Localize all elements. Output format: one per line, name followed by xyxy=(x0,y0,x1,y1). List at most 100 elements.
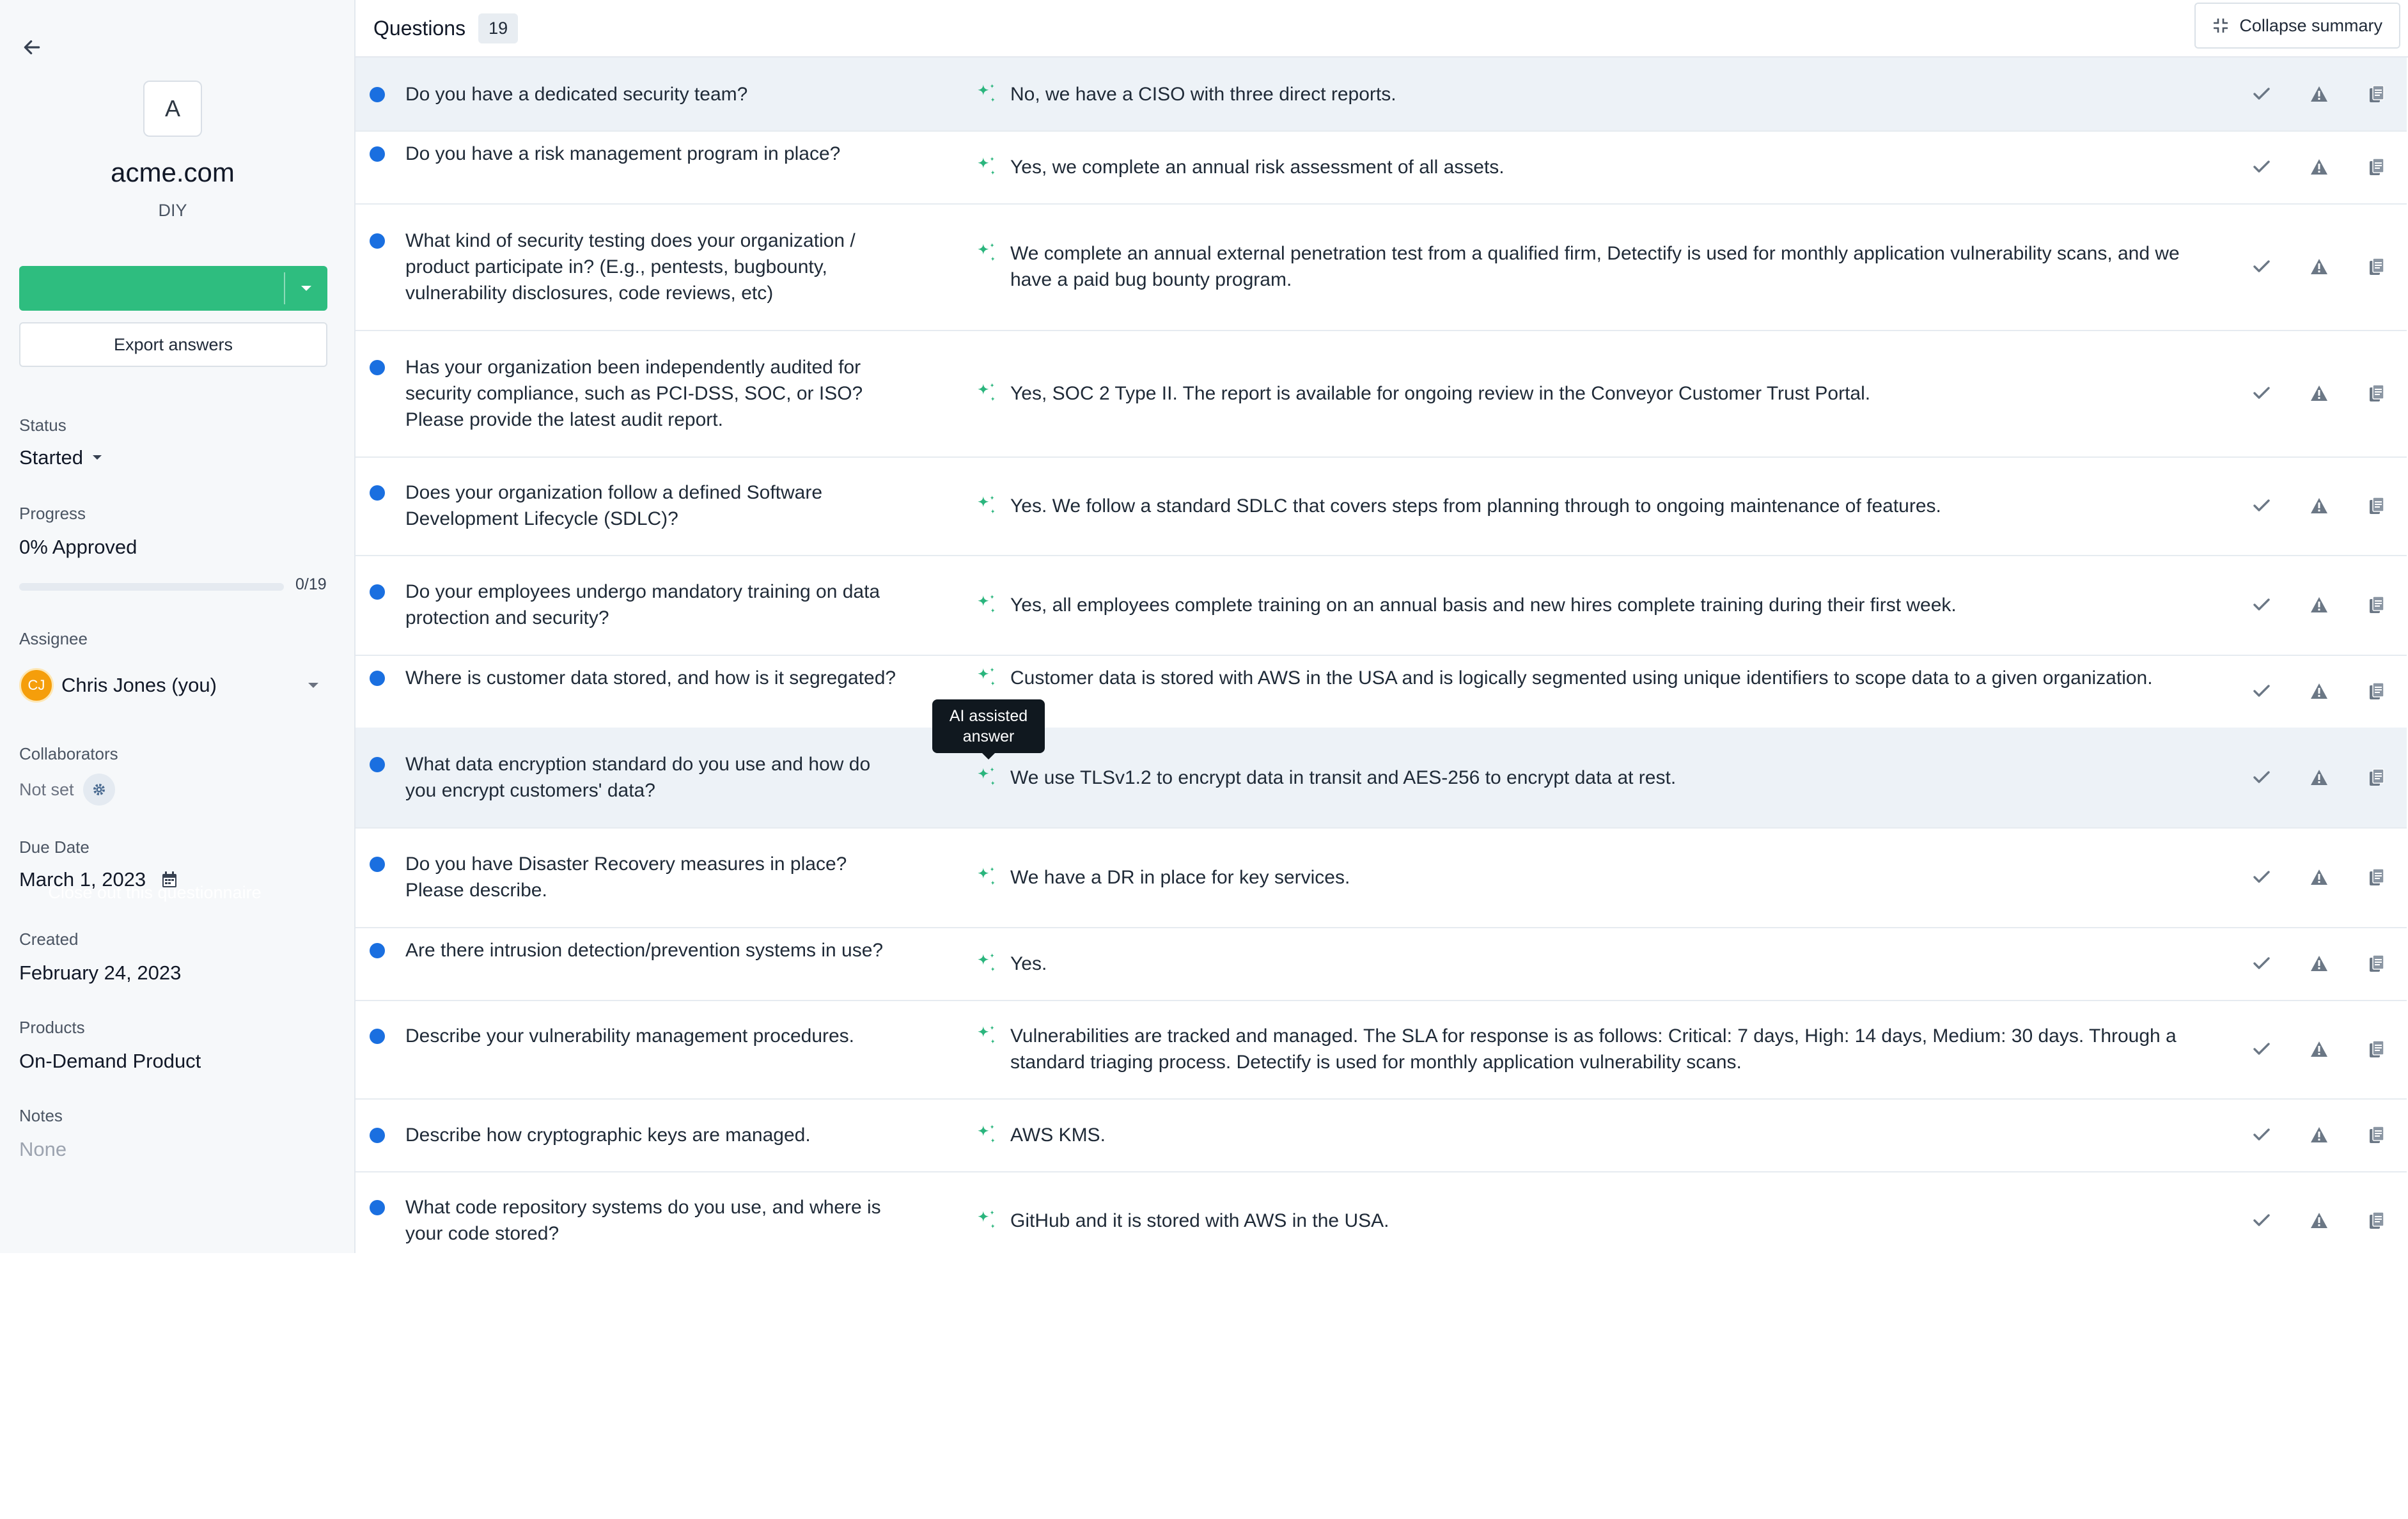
ai-sparkle-icon[interactable] xyxy=(974,82,996,104)
flag-warning-icon[interactable] xyxy=(2304,378,2334,408)
flag-warning-icon[interactable] xyxy=(2304,1120,2334,1149)
ai-sparkle-icon[interactable] xyxy=(974,242,996,263)
answer-text[interactable]: Yes. We follow a standard SDLC that cove… xyxy=(1010,493,2180,519)
approve-check-icon[interactable] xyxy=(2247,1034,2276,1064)
approve-check-icon[interactable] xyxy=(2247,676,2276,706)
copy-icon[interactable] xyxy=(2362,763,2391,792)
answer-text[interactable]: GitHub and it is stored with AWS in the … xyxy=(1010,1208,2180,1234)
question-row[interactable]: Are there intrusion detection/prevention… xyxy=(356,927,2407,1001)
progress-count: 0/19 xyxy=(295,575,327,593)
answer-text[interactable]: Yes, we complete an annual risk assessme… xyxy=(1010,154,2180,180)
copy-icon[interactable] xyxy=(2362,1206,2391,1235)
answer-text[interactable]: AWS KMS. xyxy=(1010,1122,2180,1148)
answer-text[interactable]: Yes, all employees complete training on … xyxy=(1010,592,2180,618)
ai-sparkle-icon[interactable] xyxy=(974,766,996,788)
ai-sparkle-icon[interactable] xyxy=(974,666,996,688)
flag-warning-icon[interactable] xyxy=(2304,79,2334,109)
answer-text[interactable]: No, we have a CISO with three direct rep… xyxy=(1010,81,2180,107)
question-row[interactable]: Describe how cryptographic keys are mana… xyxy=(356,1098,2407,1172)
collapse-summary-button[interactable]: Collapse summary xyxy=(2194,3,2400,49)
assignee-dropdown[interactable]: CJ Chris Jones (you) xyxy=(19,666,327,705)
ai-sparkle-icon[interactable] xyxy=(974,1209,996,1231)
flag-warning-icon[interactable] xyxy=(2304,949,2334,978)
approve-check-icon[interactable] xyxy=(2247,152,2276,182)
copy-icon[interactable] xyxy=(2362,79,2391,109)
flag-warning-icon[interactable] xyxy=(2304,1034,2334,1064)
question-row[interactable]: Does your organization follow a defined … xyxy=(356,456,2407,556)
approve-check-icon[interactable] xyxy=(2247,378,2276,408)
question-row[interactable]: Do your employees undergo mandatory trai… xyxy=(356,555,2407,656)
ai-sparkle-icon[interactable] xyxy=(974,494,996,516)
copy-icon[interactable] xyxy=(2362,491,2391,520)
calendar-icon[interactable] xyxy=(161,871,178,889)
question-row[interactable]: Where is customer data stored, and how i… xyxy=(356,655,2407,729)
status-value: Started xyxy=(19,446,83,469)
avatar: CJ xyxy=(19,668,54,703)
copy-icon[interactable] xyxy=(2362,590,2391,619)
ai-sparkle-icon[interactable] xyxy=(974,952,996,974)
question-row[interactable]: Has your organization been independently… xyxy=(356,330,2407,458)
copy-icon[interactable] xyxy=(2362,378,2391,408)
question-row[interactable]: Do you have a risk management program in… xyxy=(356,130,2407,205)
approve-check-icon[interactable] xyxy=(2247,862,2276,892)
copy-icon[interactable] xyxy=(2362,949,2391,978)
flag-warning-icon[interactable] xyxy=(2304,763,2334,792)
answer-text[interactable]: Yes, SOC 2 Type II. The report is availa… xyxy=(1010,380,2180,407)
copy-icon[interactable] xyxy=(2362,862,2391,892)
export-answers-button[interactable]: Export answers xyxy=(19,322,327,367)
flag-warning-icon[interactable] xyxy=(2304,491,2334,520)
question-row[interactable]: Do you have Disaster Recovery measures i… xyxy=(356,827,2407,928)
flag-warning-icon[interactable] xyxy=(2304,862,2334,892)
flag-warning-icon[interactable] xyxy=(2304,590,2334,619)
status-dot xyxy=(370,857,385,872)
due-date-field[interactable]: March 1, 2023 xyxy=(19,868,178,891)
copy-icon[interactable] xyxy=(2362,252,2391,281)
chevron-down-icon[interactable] xyxy=(285,266,327,311)
questions-count-badge: 19 xyxy=(478,13,519,43)
ai-sparkle-icon[interactable] xyxy=(974,155,996,177)
approve-check-icon[interactable] xyxy=(2247,1206,2276,1235)
answer-text[interactable]: Yes. xyxy=(1010,951,2180,977)
status-dot xyxy=(370,1029,385,1044)
progress-bar xyxy=(19,583,284,591)
copy-icon[interactable] xyxy=(2362,1034,2391,1064)
flag-warning-icon[interactable] xyxy=(2304,676,2334,706)
ai-sparkle-icon[interactable] xyxy=(974,593,996,615)
copy-icon[interactable] xyxy=(2362,152,2391,182)
answer-text[interactable]: We have a DR in place for key services. xyxy=(1010,864,2180,891)
ai-sparkle-icon[interactable] xyxy=(974,382,996,403)
approve-check-icon[interactable] xyxy=(2247,491,2276,520)
question-row[interactable]: Describe your vulnerability management p… xyxy=(356,1000,2407,1100)
close-questionnaire-button[interactable]: Close out this questionnaire xyxy=(19,266,327,902)
notes-value[interactable]: None xyxy=(19,1138,66,1161)
answer-text[interactable]: Customer data is stored with AWS in the … xyxy=(1010,665,2180,691)
copy-icon[interactable] xyxy=(2362,1120,2391,1149)
ai-sparkle-icon[interactable] xyxy=(974,1024,996,1046)
flag-warning-icon[interactable] xyxy=(2304,152,2334,182)
approve-check-icon[interactable] xyxy=(2247,252,2276,281)
status-dropdown[interactable]: Started xyxy=(19,446,102,469)
ai-sparkle-icon[interactable] xyxy=(974,1123,996,1145)
answer-text[interactable]: We complete an annual external penetrati… xyxy=(1010,240,2180,293)
answer-text[interactable]: Vulnerabilities are tracked and managed.… xyxy=(1010,1023,2180,1075)
approve-check-icon[interactable] xyxy=(2247,1120,2276,1149)
questions-header: Questions 19 Collapse summary xyxy=(356,0,2408,58)
products-label: Products xyxy=(19,1018,85,1037)
flag-warning-icon[interactable] xyxy=(2304,1206,2334,1235)
back-arrow-icon[interactable] xyxy=(19,35,45,60)
question-row[interactable]: What code repository systems do you use,… xyxy=(356,1171,2407,1253)
company-logo: A xyxy=(143,81,202,137)
copy-icon[interactable] xyxy=(2362,676,2391,706)
question-row[interactable]: Do you have a dedicated security team? N… xyxy=(356,58,2407,132)
status-dot xyxy=(370,757,385,772)
flag-warning-icon[interactable] xyxy=(2304,252,2334,281)
question-row[interactable]: What kind of security testing does your … xyxy=(356,203,2407,331)
approve-check-icon[interactable] xyxy=(2247,949,2276,978)
approve-check-icon[interactable] xyxy=(2247,79,2276,109)
answer-text[interactable]: We use TLSv1.2 to encrypt data in transi… xyxy=(1010,765,2180,791)
gear-icon[interactable] xyxy=(82,774,115,806)
ai-sparkle-icon[interactable] xyxy=(974,866,996,887)
approve-check-icon[interactable] xyxy=(2247,763,2276,792)
question-row[interactable]: What data encryption standard do you use… xyxy=(356,728,2407,829)
approve-check-icon[interactable] xyxy=(2247,590,2276,619)
